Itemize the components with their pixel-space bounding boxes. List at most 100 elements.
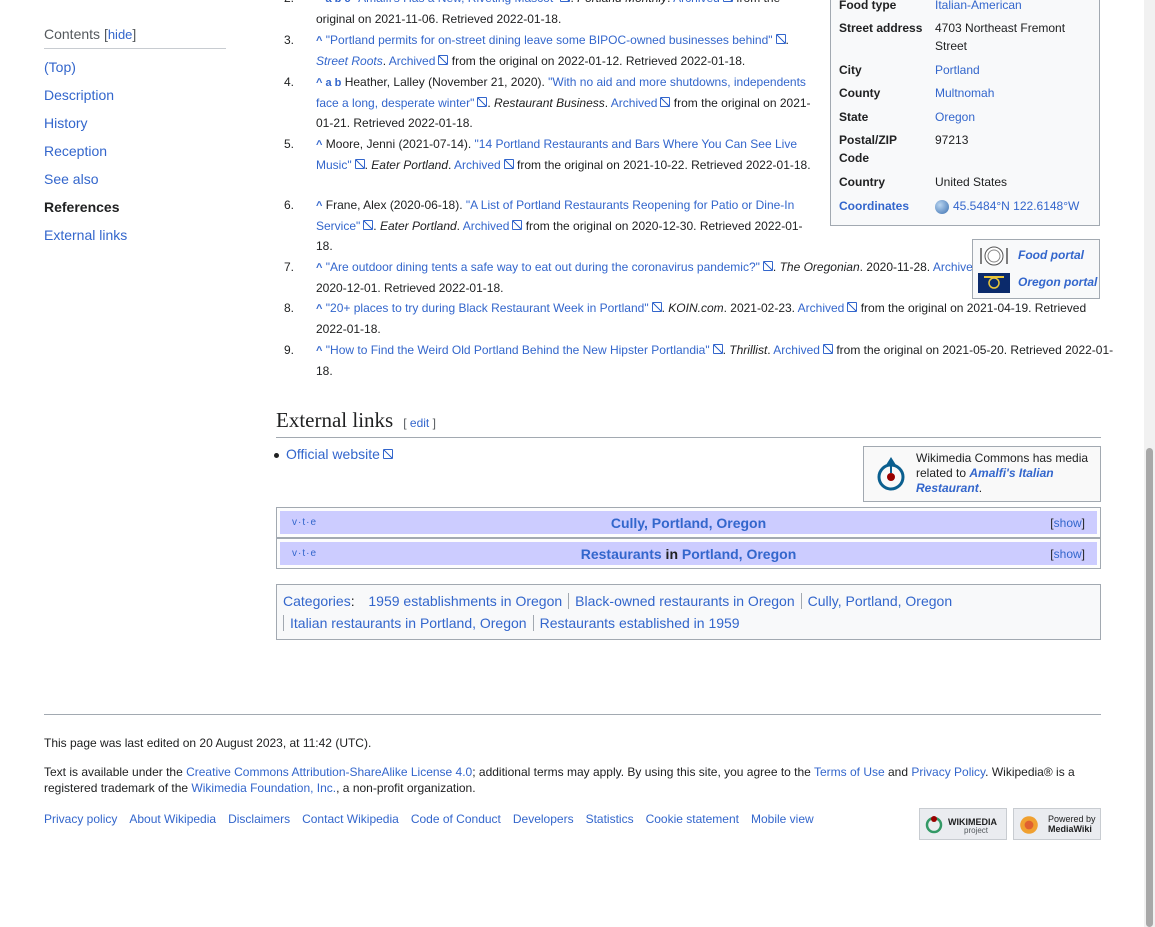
toc-item-label[interactable]: Reception [44, 143, 107, 159]
citation-link[interactable]: Archived [673, 0, 733, 5]
citation-link[interactable]: Archived [454, 158, 514, 172]
toc-item[interactable]: References [44, 197, 226, 225]
backlink-caret[interactable]: ^ [316, 345, 322, 357]
external-links-heading: External links [ edit ] [276, 408, 1101, 438]
footer-link[interactable]: Disclaimers [228, 812, 290, 826]
portal-food-label[interactable]: Food portal [1018, 248, 1084, 262]
toc-item-label[interactable]: See also [44, 171, 98, 187]
infobox-value[interactable]: Italian-American [935, 0, 1095, 14]
citation-text: from the original on 2022-01-12. Retriev… [448, 54, 746, 68]
license-link[interactable]: Privacy Policy [911, 765, 985, 779]
wikimedia-commons-icon [877, 457, 905, 491]
edit-link[interactable]: edit [410, 416, 429, 430]
navbox-title-link[interactable]: Restaurants [581, 546, 662, 562]
powered-by-mediawiki-badge[interactable]: Powered by MediaWiki [1013, 808, 1101, 840]
backlink-caret[interactable]: ^ [316, 303, 322, 315]
categories-label[interactable]: Categories [283, 593, 351, 609]
infobox-label: Postal/ZIP Code [839, 133, 897, 165]
footer-link[interactable]: About Wikipedia [129, 812, 216, 826]
citation-link[interactable]: "20+ places to try during Black Restaura… [326, 301, 662, 315]
infobox-label[interactable]: Coordinates [839, 197, 934, 215]
citation-link[interactable]: "Amalfi's Has a New, Riveting Mascot" [354, 0, 571, 5]
license-link[interactable]: Terms of Use [814, 765, 885, 779]
footer-link[interactable]: Statistics [586, 812, 634, 826]
infobox-label: Street address [839, 21, 923, 35]
citation-text: . [604, 96, 611, 110]
infobox-value[interactable]: Portland [935, 61, 1095, 79]
toc-header: Contents [hide] [44, 26, 226, 49]
wikimedia-project-badge[interactable]: WIKIMEDIA project [919, 808, 1007, 840]
navbox: v·t·e Cully, Portland, Oregon [show] [276, 507, 1101, 538]
publication-name: Eater Portland [379, 219, 457, 233]
show-link[interactable]: show [1054, 547, 1082, 561]
infobox-value-text[interactable]: Portland [935, 63, 980, 77]
infobox-value-text[interactable]: Italian-American [935, 0, 1022, 12]
license-link[interactable]: Creative Commons Attribution-ShareAlike … [186, 765, 472, 779]
citation-text: . [772, 260, 780, 274]
category-link[interactable]: Italian restaurants in Portland, Oregon [283, 615, 533, 631]
citation-link[interactable]: Archived [773, 343, 833, 357]
footer-link[interactable]: Mobile view [751, 812, 814, 826]
citation-link[interactable]: "Portland permits for on-street dining l… [326, 33, 786, 47]
navbox-show-toggle[interactable]: [show] [1050, 547, 1085, 561]
toc-item-label[interactable]: Description [44, 87, 114, 103]
category-link[interactable]: 1959 establishments in Oregon [362, 593, 568, 609]
publication-link[interactable]: Street Roots [316, 54, 383, 68]
infobox-value: 97213 [935, 131, 1095, 149]
footer-link[interactable]: Developers [513, 812, 574, 826]
toc-item-label[interactable]: References [44, 199, 120, 215]
license-link[interactable]: Wikimedia Foundation, Inc. [191, 781, 336, 795]
portal-oregon-label[interactable]: Oregon portal [1018, 275, 1097, 289]
citation-link[interactable]: "How to Find the Weird Old Portland Behi… [326, 343, 723, 357]
navbox-title-link[interactable]: Cully, Portland, Oregon [611, 515, 766, 531]
backlink-caret[interactable]: ^ a b [316, 77, 341, 89]
toc-item[interactable]: See also [44, 169, 226, 197]
toc-item[interactable]: External links [44, 225, 226, 253]
commons-box: Wikimedia Commons has media related to A… [863, 446, 1101, 502]
portal-oregon[interactable]: Oregon portal [978, 271, 1097, 293]
category-link[interactable]: Cully, Portland, Oregon [800, 593, 959, 609]
infobox-value-text[interactable]: Oregon [935, 110, 975, 124]
citation-link[interactable]: Archived [611, 96, 671, 110]
citation-link[interactable]: Archived [389, 54, 449, 68]
toc-item[interactable]: (Top) [44, 57, 226, 85]
citation-link[interactable]: Archived [798, 301, 858, 315]
globe-icon[interactable] [935, 199, 949, 214]
infobox-label: Food type [839, 0, 897, 12]
show-link[interactable]: show [1054, 516, 1082, 530]
infobox-value-text[interactable]: Multnomah [935, 86, 994, 100]
footer-link[interactable]: Code of Conduct [411, 812, 501, 826]
footer-link[interactable]: Privacy policy [44, 812, 117, 826]
infobox-value: United States [935, 173, 1095, 191]
category-link[interactable]: Restaurants established in 1959 [532, 615, 746, 631]
citation-link[interactable]: "Are outdoor dining tents a safe way to … [326, 260, 773, 274]
backlink-caret[interactable]: ^ [316, 139, 322, 151]
scrollbar-thumb[interactable] [1146, 448, 1153, 927]
toc-hide-link[interactable]: hide [108, 27, 133, 42]
toc-item[interactable]: Reception [44, 141, 226, 169]
citation-link[interactable]: Archived [463, 219, 523, 233]
footer-link[interactable]: Cookie statement [646, 812, 739, 826]
reference-item: 5. ^ Moore, Jenni (2021-07-14). "14 Portl… [284, 134, 816, 175]
infobox-value[interactable]: 45.5484°N 122.6148°W [935, 197, 1095, 215]
footer-link[interactable]: Contact Wikipedia [302, 812, 399, 826]
toc-item-label[interactable]: External links [44, 227, 127, 243]
infobox-value[interactable]: Oregon [935, 108, 1095, 126]
navbox-title-link[interactable]: Portland, Oregon [682, 546, 796, 562]
infobox-value[interactable]: Multnomah [935, 84, 1095, 102]
infobox-value-text[interactable]: 45.5484°N 122.6148°W [953, 199, 1079, 213]
reference-number: 5. [284, 137, 295, 151]
vertical-scrollbar[interactable] [1144, 0, 1155, 927]
official-website-link[interactable]: Official website [286, 446, 393, 462]
navbox-show-toggle[interactable]: [show] [1050, 516, 1085, 530]
backlink-caret[interactable]: ^ [316, 262, 322, 274]
toc-item-label[interactable]: History [44, 115, 88, 131]
category-link[interactable]: Black-owned restaurants in Oregon [568, 593, 801, 609]
portal-food[interactable]: Food portal [978, 244, 1084, 266]
backlink-caret[interactable]: ^ [316, 200, 322, 212]
backlink-caret[interactable]: ^ a b c [316, 0, 351, 5]
toc-item[interactable]: History [44, 113, 226, 141]
toc-item-label[interactable]: (Top) [44, 59, 76, 75]
backlink-caret[interactable]: ^ [316, 35, 322, 47]
toc-item[interactable]: Description [44, 85, 226, 113]
